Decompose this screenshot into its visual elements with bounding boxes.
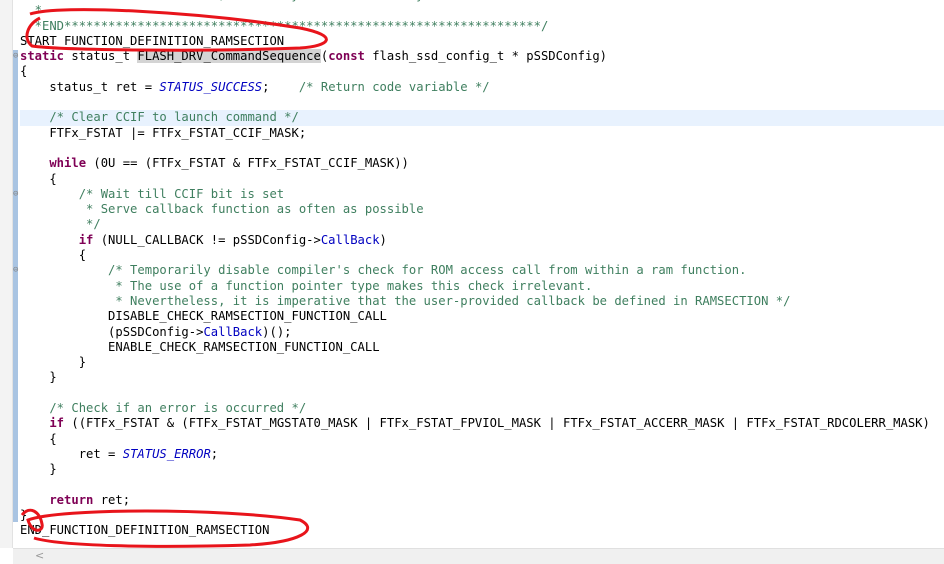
code-token: STATUS_ERROR	[122, 446, 211, 461]
code-token: ret;	[93, 492, 131, 507]
code-line[interactable]: * Nevertheless, it is imperative that th…	[20, 294, 944, 309]
code-token: if	[20, 232, 94, 247]
code-token: }	[20, 355, 87, 370]
code-line[interactable]: {	[20, 64, 944, 79]
code-token: ((FTFx_FSTAT & (FTFx_FSTAT_MGSTAT0_MASK …	[64, 416, 930, 431]
code-token: START_FUNCTION_DEFINITION_RAMSECTION	[20, 33, 285, 48]
code-line[interactable]: ⊖ /* Wait till CCIF bit is set	[13, 186, 944, 202]
code-line[interactable]: * Serve callback function as often as po…	[20, 202, 944, 217]
code-line[interactable]: /* Clear CCIF to launch command */	[20, 110, 944, 126]
code-line[interactable]: /* Check if an error is occurred */	[20, 401, 944, 416]
code-token: flash_ssd_config_t * pSSDConfig)	[364, 49, 608, 64]
code-line[interactable]	[20, 95, 944, 110]
code-line[interactable]: START_FUNCTION_DEFINITION_RAMSECTION	[20, 34, 944, 49]
code-line[interactable]: *END************************************…	[20, 19, 944, 34]
code-token: STATUS_SUCCESS	[159, 79, 263, 94]
code-line[interactable]	[20, 478, 944, 493]
code-line[interactable]: }	[20, 370, 944, 385]
code-token: * Serve callback function as often as po…	[20, 202, 424, 217]
code-line[interactable]	[20, 386, 944, 401]
fold-toggle-icon[interactable]: ⊖	[13, 49, 18, 64]
code-token: FTFx_FSTAT |= FTFx_FSTAT_CCIF_MASK;	[20, 125, 307, 140]
code-token: }	[20, 370, 57, 385]
code-token: ;	[262, 79, 299, 94]
code-line[interactable]: status_t ret = STATUS_SUCCESS; /* Return…	[20, 80, 944, 95]
code-token: }	[20, 508, 28, 523]
code-line[interactable]: FTFx_FSTAT |= FTFx_FSTAT_CCIF_MASK;	[20, 126, 944, 141]
scroll-left-icon[interactable]: <	[35, 549, 44, 562]
code-token: *	[20, 3, 43, 18]
code-token: ret =	[20, 446, 123, 461]
code-line[interactable]: (pSSDConfig->CallBack)();	[20, 325, 944, 340]
code-token: * The use of a function pointer type mak…	[20, 278, 593, 293]
code-token: CallBack	[203, 324, 263, 339]
code-token: ;	[210, 446, 219, 461]
code-token: ENABLE_CHECK_RAMSECTION_FUNCTION_CALL	[20, 339, 380, 354]
code-token: {	[20, 431, 57, 446]
left-panel-edge	[0, 0, 13, 548]
code-line[interactable]: */	[20, 217, 944, 232]
code-token: (0U == (FTFx_FSTAT & FTFx_FSTAT_CCIF_MAS…	[86, 156, 409, 171]
code-token: /* Check if an error is occurred */	[20, 401, 307, 416]
code-token: return	[20, 492, 94, 507]
code-token: /* Wait till CCIF bit is set	[20, 186, 285, 201]
code-line[interactable]: while (0U == (FTFx_FSTAT & FTFx_FSTAT_CC…	[20, 156, 944, 171]
code-line[interactable]: {	[20, 432, 944, 447]
code-line[interactable]: return ret;	[20, 493, 944, 508]
code-token: const	[328, 49, 365, 64]
code-token: DISABLE_CHECK_RAMSECTION_FUNCTION_CALL	[20, 309, 387, 324]
code-line[interactable]: }	[20, 462, 944, 477]
code-token: /* Temporarily disable compiler's check …	[20, 263, 747, 278]
code-token: (NULL_CALLBACK != pSSDConfig->	[93, 232, 321, 247]
code-line[interactable]: * The use of a function pointer type mak…	[20, 279, 944, 294]
fold-toggle-icon[interactable]: ⊖	[13, 187, 18, 202]
code-token: )	[379, 232, 387, 247]
code-line[interactable]: ret = STATUS_ERROR;	[20, 447, 944, 462]
code-token: /* Return code variable */	[298, 79, 490, 94]
code-token: (pSSDConfig->	[20, 324, 204, 339]
code-line[interactable]: *	[20, 3, 944, 18]
code-token: status_t	[64, 49, 138, 64]
code-token: }	[20, 462, 57, 477]
code-token: * Nevertheless, it is imperative that th…	[20, 293, 791, 308]
code-token: {	[20, 64, 28, 79]
code-line[interactable]: }	[20, 508, 944, 523]
code-line[interactable]: ⊖ /* Temporarily disable compiler's chec…	[13, 263, 944, 278]
code-line[interactable]: ENABLE_CHECK_RAMSECTION_FUNCTION_CALL	[20, 340, 944, 355]
code-token: status_t ret =	[20, 79, 160, 94]
fold-toggle-icon[interactable]: ⊖	[13, 263, 18, 278]
code-token: FLASH_DRV_CommandSequence	[137, 49, 321, 64]
code-token: END_FUNCTION_DEFINITION_RAMSECTION	[20, 523, 270, 538]
change-ruler	[13, 50, 18, 522]
horizontal-scrollbar[interactable]: <	[13, 548, 944, 564]
code-line[interactable]	[20, 141, 944, 156]
code-line[interactable]: END_FUNCTION_DEFINITION_RAMSECTION	[20, 523, 944, 538]
code-token: CallBack	[320, 232, 380, 247]
code-line[interactable]: if (NULL_CALLBACK != pSSDConfig->CallBac…	[20, 233, 944, 248]
code-token: /* Clear CCIF to launch command */	[20, 110, 299, 125]
code-token: )();	[262, 324, 292, 339]
code-token: if	[20, 416, 65, 431]
code-line[interactable]: {	[20, 248, 944, 263]
code-line[interactable]: if ((FTFx_FSTAT & (FTFx_FSTAT_MGSTAT0_MA…	[20, 416, 944, 431]
code-token: {	[20, 171, 57, 186]
code-line[interactable]: {	[20, 172, 944, 187]
code-line[interactable]: DISABLE_CHECK_RAMSECTION_FUNCTION_CALL	[20, 309, 944, 324]
code-line[interactable]: }	[20, 355, 944, 370]
code-lines[interactable]: * It is internal function, called by dri…	[13, 0, 944, 539]
code-token: static	[20, 49, 65, 64]
code-token: * It is internal function, called by dri…	[20, 0, 431, 2]
code-token: {	[20, 248, 87, 263]
code-token: while	[20, 156, 87, 171]
code-token: */	[20, 217, 101, 232]
code-line[interactable]: ⊖ static status_t FLASH_DRV_CommandSequen…	[13, 49, 944, 64]
code-token: *END************************************…	[20, 18, 549, 33]
